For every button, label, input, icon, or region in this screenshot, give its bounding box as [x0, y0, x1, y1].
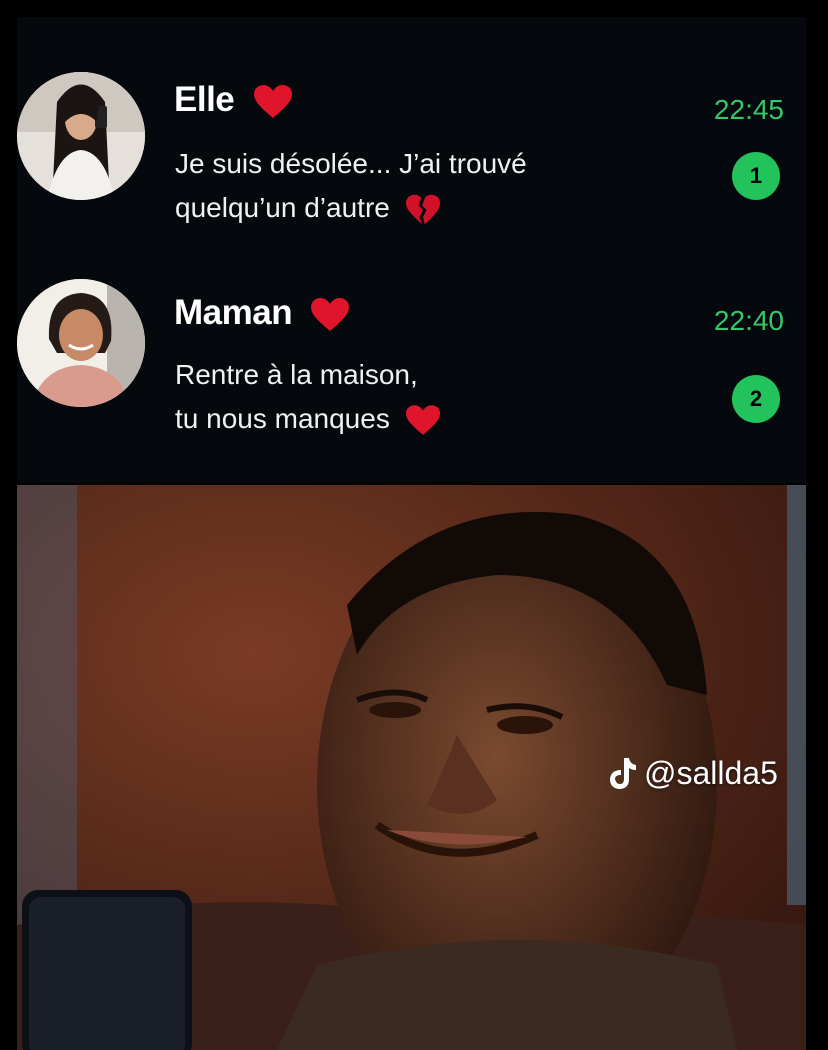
- red-heart-icon: [311, 297, 350, 331]
- unread-badge: 1: [732, 152, 780, 200]
- tiktok-watermark: @sallda5: [608, 755, 778, 792]
- avatar-maman: [17, 279, 145, 407]
- contact-name-text: Elle: [174, 80, 235, 119]
- contact-name-text: Maman: [174, 293, 293, 332]
- message-preview: Je suis désolée... J’ai trouvé quelqu’un…: [175, 142, 527, 230]
- red-heart-icon: [253, 84, 292, 118]
- contact-name: Maman: [174, 293, 350, 333]
- unread-badge: 2: [732, 375, 780, 423]
- broken-heart-icon: [405, 194, 440, 224]
- message-time: 22:45: [713, 94, 784, 125]
- message-preview: Rentre à la maison, tu nous manques: [175, 353, 440, 441]
- chat-item-maman[interactable]: Maman Rentre à la maison, tu nous manque…: [17, 279, 806, 449]
- avatar-elle: [17, 72, 145, 200]
- tiktok-handle: @sallda5: [644, 755, 778, 791]
- message-line-1: Je suis désolée... J’ai trouvé: [175, 148, 527, 179]
- message-line-1: Rentre à la maison,: [175, 359, 418, 390]
- chat-item-elle[interactable]: Elle Je suis désolée... J’ai trouvé quel…: [17, 72, 806, 232]
- message-line-2: quelqu’un d’autre: [175, 186, 527, 230]
- red-heart-icon: [405, 405, 440, 435]
- message-line-2-text: quelqu’un d’autre: [175, 192, 390, 223]
- chat-list: Elle Je suis désolée... J’ai trouvé quel…: [17, 17, 806, 483]
- message-line-2: tu nous manques: [175, 397, 440, 441]
- message-line-2-text: tu nous manques: [175, 403, 390, 434]
- contact-name: Elle: [174, 80, 292, 120]
- tiktok-note-icon: [610, 757, 636, 789]
- message-time: 22:40: [713, 305, 784, 336]
